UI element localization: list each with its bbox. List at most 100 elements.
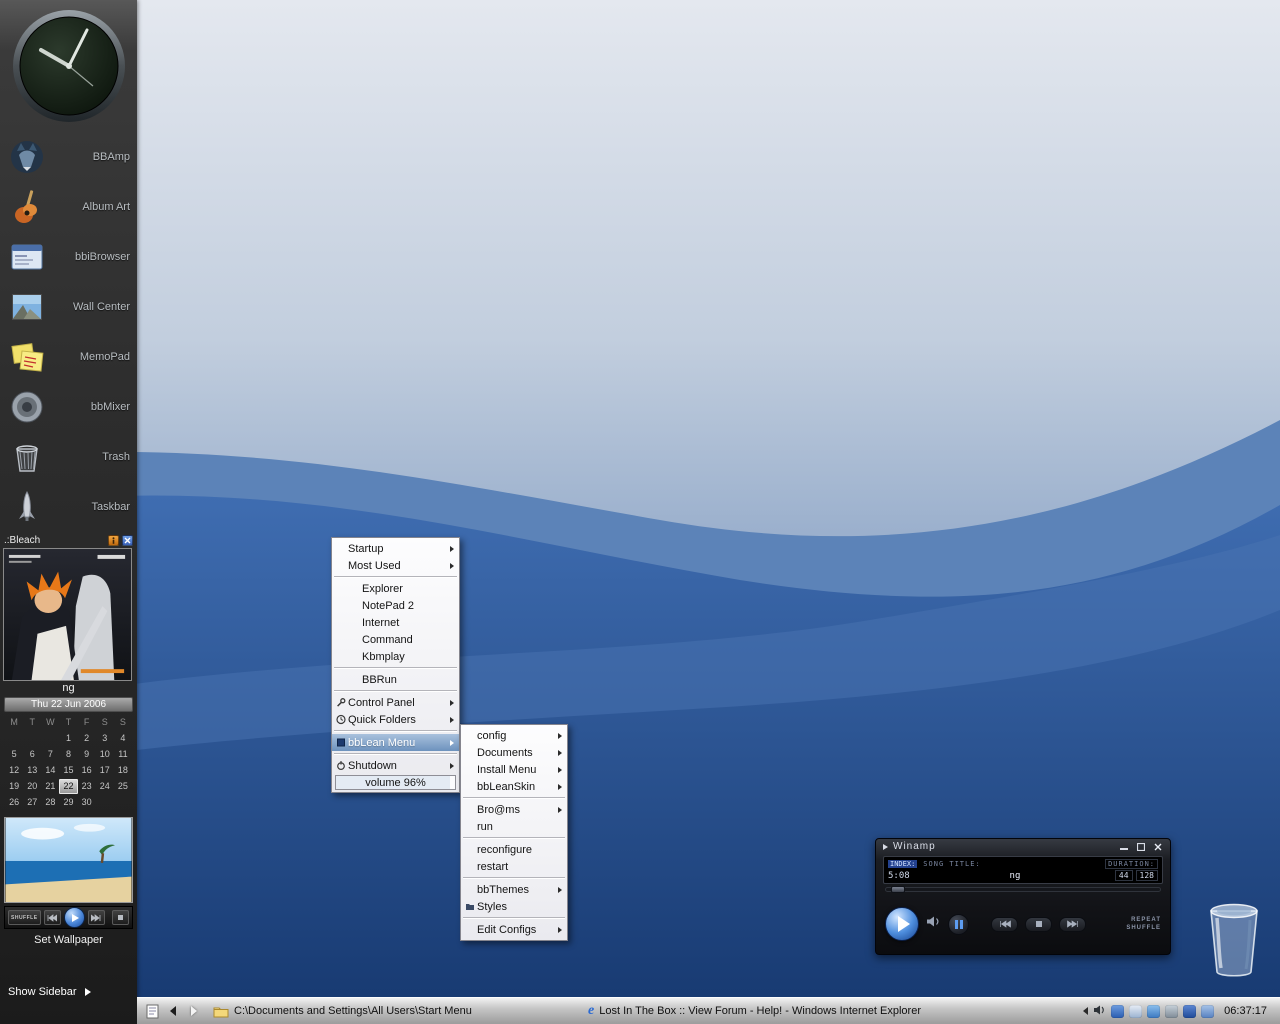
dock-item-memopad[interactable]: MemoPad: [0, 332, 137, 382]
menu-item-broams[interactable]: Bro@ms: [461, 801, 567, 818]
tray-icon[interactable]: [1147, 1005, 1160, 1018]
menu-item-shutdown[interactable]: Shutdown: [332, 757, 459, 774]
dock-item-taskbar[interactable]: Taskbar: [0, 482, 137, 532]
calendar-today[interactable]: 22: [59, 779, 77, 794]
calendar-day[interactable]: 23: [78, 779, 96, 794]
seek-slider[interactable]: [885, 887, 1161, 892]
dock-item-album-art[interactable]: Album Art: [0, 182, 137, 232]
workspace-previous-button[interactable]: [164, 1002, 182, 1020]
taskbar-clock[interactable]: 06:37:17: [1219, 1005, 1272, 1017]
dock-item-wall-center[interactable]: Wall Center: [0, 282, 137, 332]
tray-icon[interactable]: [1111, 1005, 1124, 1018]
stop-button[interactable]: [112, 910, 129, 925]
tray-icon[interactable]: [1183, 1005, 1196, 1018]
dock-item-bbamp[interactable]: BBAmp: [0, 132, 137, 182]
taskbar-task-start-menu[interactable]: C:\Documents and Settings\All Users\Star…: [206, 1001, 578, 1022]
calendar-day[interactable]: 26: [5, 795, 23, 810]
tray-icon[interactable]: [1165, 1005, 1178, 1018]
calendar-day[interactable]: 21: [41, 779, 59, 794]
dock-item-bbibrowser[interactable]: bbiBrowser: [0, 232, 137, 282]
dock-item-bbmixer[interactable]: bbMixer: [0, 382, 137, 432]
menu-item-reconfigure[interactable]: reconfigure: [461, 841, 567, 858]
calendar-day[interactable]: 11: [114, 747, 132, 762]
recycle-bin-icon[interactable]: [1204, 896, 1264, 980]
notes-quicklaunch-icon[interactable]: [143, 1002, 161, 1020]
calendar-day[interactable]: 3: [96, 731, 114, 746]
calendar-day[interactable]: 18: [114, 763, 132, 778]
pause-button[interactable]: [948, 914, 969, 935]
shuffle-button[interactable]: SHUFFLE: [8, 910, 41, 925]
dock-item-trash[interactable]: Trash: [0, 432, 137, 482]
menu-item-command[interactable]: Command: [332, 631, 459, 648]
calendar-day[interactable]: 8: [59, 747, 77, 762]
menu-item-styles[interactable]: Styles: [461, 898, 567, 915]
menu-item-most-used[interactable]: Most Used: [332, 557, 459, 574]
tray-icon[interactable]: [1129, 1005, 1142, 1018]
menu-item-internet[interactable]: Internet: [332, 614, 459, 631]
menu-item-kbmplay[interactable]: Kbmplay: [332, 648, 459, 665]
play-button[interactable]: [885, 907, 919, 941]
info-button[interactable]: [108, 535, 119, 546]
menu-item-bbthemes[interactable]: bbThemes: [461, 881, 567, 898]
calendar-date-bar[interactable]: Thu 22 Jun 2006: [4, 697, 133, 712]
calendar-day[interactable]: 15: [59, 763, 77, 778]
seek-slider-knob[interactable]: [891, 886, 905, 893]
volume-icon[interactable]: [926, 915, 941, 933]
calendar-day[interactable]: 10: [96, 747, 114, 762]
menu-item-explorer[interactable]: Explorer: [332, 580, 459, 597]
menu-item-install-menu[interactable]: Install Menu: [461, 761, 567, 778]
wallpaper-thumbnail[interactable]: [4, 817, 133, 903]
calendar-day[interactable]: 28: [41, 795, 59, 810]
menu-item-quick-folders[interactable]: Quick Folders: [332, 711, 459, 728]
maximize-button[interactable]: [1135, 842, 1146, 852]
calendar-day[interactable]: 17: [96, 763, 114, 778]
close-icon[interactable]: [1152, 842, 1163, 852]
menu-item-control-panel[interactable]: Control Panel: [332, 694, 459, 711]
menu-item-edit-configs[interactable]: Edit Configs: [461, 921, 567, 938]
calendar-day[interactable]: 9: [78, 747, 96, 762]
menu-item-restart[interactable]: restart: [461, 858, 567, 875]
calendar-day[interactable]: 29: [59, 795, 77, 810]
menu-item-startup[interactable]: Startup: [332, 540, 459, 557]
calendar-day[interactable]: 30: [78, 795, 96, 810]
menu-item-bbleanskin[interactable]: bbLeanSkin: [461, 778, 567, 795]
next-track-button[interactable]: [1059, 917, 1086, 932]
calendar-day[interactable]: 24: [96, 779, 114, 794]
menu-item-bblean-menu[interactable]: bbLean Menu: [332, 734, 459, 751]
stop-button[interactable]: [1025, 917, 1052, 932]
calendar-day[interactable]: 25: [114, 779, 132, 794]
calendar-day[interactable]: 4: [114, 731, 132, 746]
play-button[interactable]: [64, 907, 85, 928]
calendar-day[interactable]: 1: [59, 731, 77, 746]
close-icon[interactable]: [122, 535, 133, 546]
calendar-day[interactable]: 20: [23, 779, 41, 794]
calendar-day[interactable]: 12: [5, 763, 23, 778]
previous-track-button[interactable]: [44, 910, 61, 925]
menu-item-documents[interactable]: Documents: [461, 744, 567, 761]
menu-item-config[interactable]: config: [461, 727, 567, 744]
calendar-day[interactable]: 16: [78, 763, 96, 778]
previous-track-button[interactable]: [991, 917, 1018, 932]
calendar-day[interactable]: 27: [23, 795, 41, 810]
calendar-day[interactable]: 19: [5, 779, 23, 794]
volume-slider[interactable]: volume 96%: [335, 775, 456, 790]
calendar-day[interactable]: 13: [23, 763, 41, 778]
menu-item-run[interactable]: run: [461, 818, 567, 835]
menu-item-bbrun[interactable]: BBRun: [332, 671, 459, 688]
volume-tray-icon[interactable]: [1093, 1004, 1106, 1019]
repeat-shuffle-flags[interactable]: REPEAT SHUFFLE: [1126, 916, 1161, 932]
set-wallpaper-button[interactable]: Set Wallpaper: [0, 929, 137, 946]
calendar-day[interactable]: 5: [5, 747, 23, 762]
menu-item-notepad2[interactable]: NotePad 2: [332, 597, 459, 614]
calendar-day[interactable]: 6: [23, 747, 41, 762]
calendar-day[interactable]: 2: [78, 731, 96, 746]
calendar-day[interactable]: 7: [41, 747, 59, 762]
calendar-day[interactable]: 14: [41, 763, 59, 778]
workspace-next-button[interactable]: [185, 1002, 203, 1020]
show-sidebar-toggle[interactable]: Show Sidebar: [0, 982, 137, 1024]
next-track-button[interactable]: [88, 910, 105, 925]
minimize-button[interactable]: [1118, 842, 1129, 852]
tray-collapse-chevron[interactable]: [1083, 1007, 1088, 1015]
taskbar-task-internet-explorer[interactable]: e Lost In The Box :: View Forum - Help! …: [581, 1001, 1076, 1022]
winamp-titlebar[interactable]: Winamp: [876, 839, 1170, 854]
